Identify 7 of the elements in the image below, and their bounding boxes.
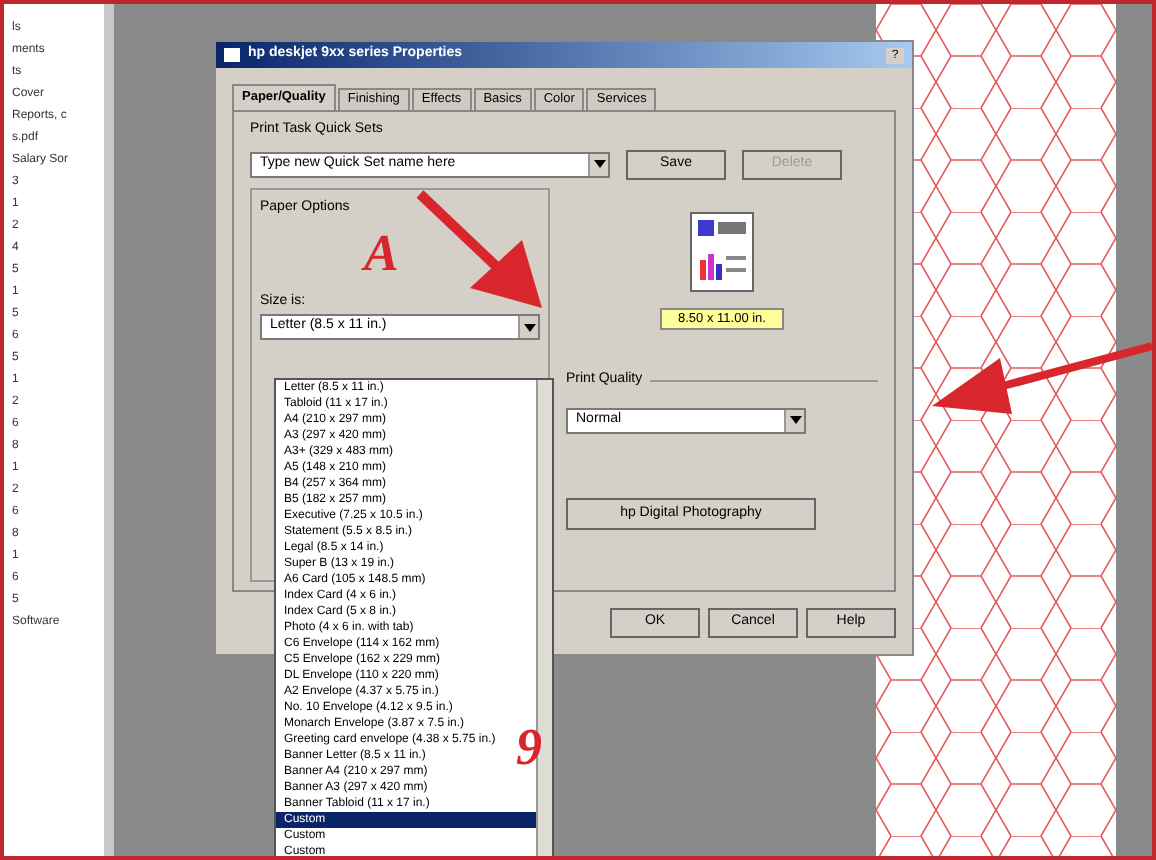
annotation-number: 9 [516,716,542,780]
caret-icon [518,316,538,338]
caret-icon [784,409,804,432]
arrow-drawing [414,188,546,312]
caret-icon [588,153,608,175]
page-preview-icon [690,211,754,291]
annotation-letter: A [364,222,399,286]
